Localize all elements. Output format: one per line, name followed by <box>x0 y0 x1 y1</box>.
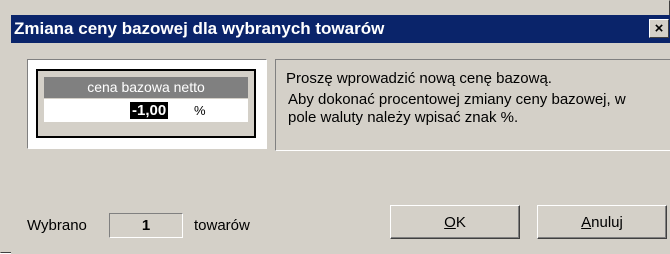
dialog-window: Zmiana ceny bazowej dla wybranych towaró… <box>0 0 670 254</box>
ok-accelerator: O <box>444 213 456 231</box>
dialog-body: cena bazowa netto -1,00 % Proszę wprowad… <box>11 43 670 254</box>
selected-count: 1 <box>109 213 183 238</box>
close-icon: × <box>654 20 664 37</box>
title-bar[interactable]: Zmiana ceny bazowej dla wybranych towaró… <box>11 15 670 43</box>
info-panel: Proszę wprowadzić nową cenę bazową. Aby … <box>275 59 670 151</box>
cancel-label-rest: nuluj <box>591 213 623 231</box>
price-value[interactable]: -1,00 <box>130 102 169 119</box>
selected-label: Wybrano <box>27 217 87 234</box>
selected-suffix: towarów <box>194 217 250 234</box>
price-frame: cena bazowa netto -1,00 % <box>36 69 256 138</box>
info-line-1: Proszę wprowadzić nową cenę bazową. <box>286 70 552 87</box>
price-label: cena bazowa netto <box>44 77 248 98</box>
info-line-2: Aby dokonać procentowej zmiany ceny bazo… <box>288 91 626 126</box>
close-button[interactable]: × <box>649 19 669 38</box>
price-panel: cena bazowa netto -1,00 % <box>27 59 267 149</box>
price-input[interactable]: -1,00 % <box>44 99 248 122</box>
ok-label-rest: K <box>455 213 466 231</box>
dialog-title: Zmiana ceny bazowej dla wybranych towaró… <box>14 19 385 38</box>
ok-button[interactable]: OK <box>390 205 520 239</box>
cancel-button[interactable]: Anuluj <box>537 205 667 239</box>
cancel-accelerator: A <box>581 213 592 231</box>
price-unit: % <box>194 103 206 118</box>
